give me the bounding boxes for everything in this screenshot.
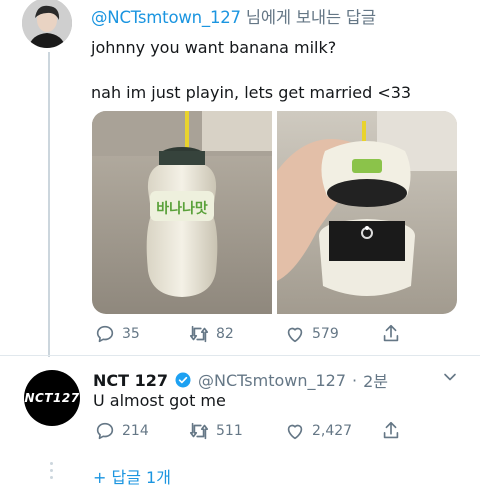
- tweet-photo-1[interactable]: 바나나맛: [92, 111, 272, 314]
- thread-dots: [50, 462, 53, 479]
- timestamp[interactable]: 2분: [363, 368, 388, 392]
- retweet-count: 82: [216, 326, 234, 342]
- share-action-2[interactable]: [380, 420, 402, 442]
- reply-action[interactable]: 35: [94, 323, 140, 345]
- share-icon: [383, 324, 399, 342]
- verified-badge-icon: [175, 372, 191, 388]
- replying-to: @NCTsmtown_127 님에게 보내는 답글: [91, 4, 376, 28]
- tweet-text-line2: nah im just playin, lets get married <33: [91, 83, 412, 102]
- thread-line-top: [48, 52, 50, 357]
- tweet-text-line1: johnny you want banana milk?: [91, 38, 337, 57]
- handle[interactable]: @NCTsmtown_127: [198, 371, 346, 390]
- show-more-replies-link[interactable]: + 답글 1개: [93, 464, 171, 488]
- share-icon: [383, 421, 399, 439]
- like-count: 2,427: [312, 423, 353, 439]
- reply-header: NCT 127 @NCTsmtown_127 · 2분: [93, 368, 388, 392]
- bottle-label: 바나나맛: [156, 200, 208, 217]
- avatar-logo-text: NCT127: [24, 391, 80, 405]
- replying-suffix: 님에게 보내는 답글: [245, 8, 376, 27]
- retweet-icon: [189, 325, 209, 343]
- reply-text: U almost got me: [93, 391, 226, 410]
- retweet-count: 511: [216, 423, 243, 439]
- reply-count: 35: [122, 326, 140, 342]
- reply-icon: [96, 422, 114, 440]
- like-action-2[interactable]: 2,427: [284, 420, 352, 442]
- share-action[interactable]: [380, 323, 402, 345]
- retweet-action[interactable]: 82: [188, 323, 234, 345]
- reply-count: 214: [122, 423, 149, 439]
- nct127-avatar[interactable]: NCT127: [24, 370, 80, 426]
- reply-icon: [96, 325, 114, 343]
- retweet-icon: [189, 422, 209, 440]
- like-action[interactable]: 579: [284, 323, 339, 345]
- heart-icon: [287, 327, 303, 343]
- display-name[interactable]: NCT 127: [93, 371, 168, 390]
- like-count: 579: [312, 326, 339, 342]
- user-avatar[interactable]: [22, 0, 72, 48]
- tweet-divider: [0, 355, 480, 356]
- heart-icon: [287, 424, 303, 440]
- reply-action-2[interactable]: 214: [94, 420, 149, 442]
- retweet-action-2[interactable]: 511: [188, 420, 243, 442]
- chevron-down-icon[interactable]: [442, 369, 458, 385]
- replying-handle-link[interactable]: @NCTsmtown_127: [91, 8, 241, 27]
- tweet-photo-2[interactable]: [277, 111, 457, 314]
- separator-dot: ·: [352, 370, 358, 390]
